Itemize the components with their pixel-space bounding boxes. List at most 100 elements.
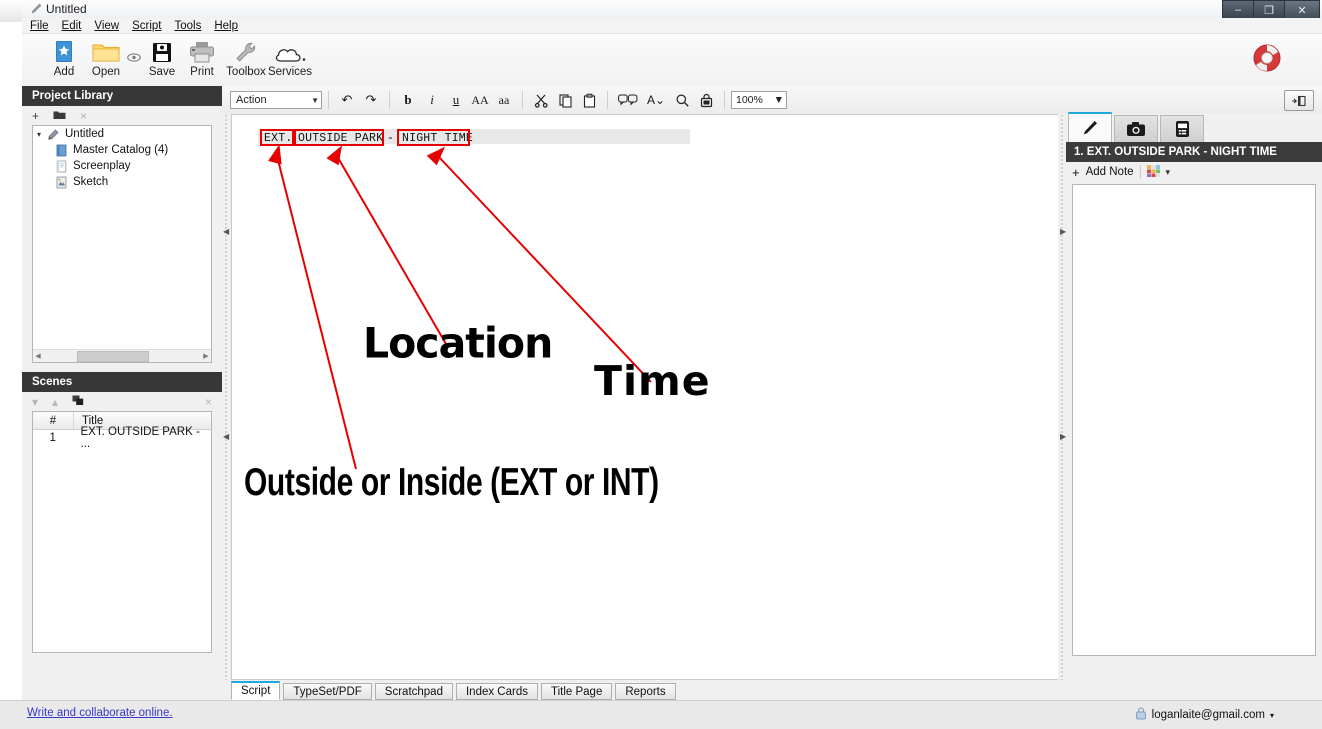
tab-title-page[interactable]: Title Page <box>541 683 613 700</box>
tab-scratchpad[interactable]: Scratchpad <box>374 683 453 700</box>
add-note-button[interactable]: Add Note <box>1086 166 1134 178</box>
menu-edit[interactable]: Edit <box>62 20 82 32</box>
panel-toggle-icon[interactable] <box>1284 90 1314 111</box>
chevron-down-icon[interactable]: ▾ <box>1270 711 1274 720</box>
scenes-table[interactable]: # Title 1 EXT. OUTSIDE PARK - ... <box>32 411 212 653</box>
right-panel-tabs <box>1066 112 1322 142</box>
close-button[interactable]: ✕ <box>1285 0 1320 20</box>
color-palette-icon[interactable] <box>1146 164 1160 180</box>
bottom-tab-bar: Script TypeSet/PDF Scratchpad Index Card… <box>231 680 1322 700</box>
menu-tools[interactable]: Tools <box>174 20 201 32</box>
status-bar: Write and collaborate online. loganlaite… <box>0 700 1322 729</box>
tree-item-screenplay[interactable]: Screenplay <box>33 158 211 174</box>
cut-icon[interactable] <box>529 90 553 110</box>
menu-file[interactable]: File <box>30 20 49 32</box>
bold-button[interactable]: b <box>396 90 420 110</box>
italic-button[interactable]: i <box>420 90 444 110</box>
chevron-down-icon: ▼ <box>311 95 319 105</box>
scrollbar-thumb[interactable] <box>77 350 149 362</box>
toolbar-separator <box>328 91 329 109</box>
project-tree[interactable]: ▾ Untitled Master Catalog (4) Screenplay <box>32 125 212 363</box>
chevron-down-icon[interactable]: ▾ <box>1166 167 1171 178</box>
screenplay-icon <box>55 160 69 173</box>
left-sidebar: Project Library + × ▾ Untitled Master Ca… <box>22 86 222 686</box>
tab-photos[interactable] <box>1114 115 1158 142</box>
tree-item-label: Untitled <box>65 128 104 140</box>
spell-check-button[interactable]: A⌄ <box>642 90 670 110</box>
services-button[interactable]: Services <box>260 38 320 78</box>
scenes-header: Scenes <box>22 372 222 392</box>
remove-item-button[interactable]: × <box>80 109 87 123</box>
window-title: Untitled <box>46 2 87 16</box>
main-toolbar: Add Open Save Print Toolbox Services <box>22 34 1322 87</box>
project-tree-hscrollbar[interactable]: ◀ ▶ <box>33 349 211 362</box>
services-button-label: Services <box>267 66 313 78</box>
toolbar-separator <box>522 91 523 109</box>
scroll-right-icon[interactable]: ▶ <box>201 352 211 360</box>
print-button[interactable]: Print <box>180 38 224 78</box>
tree-item-untitled[interactable]: ▾ Untitled <box>33 126 211 142</box>
add-item-button[interactable]: + <box>32 109 39 123</box>
undo-button[interactable]: ↶ <box>335 90 359 110</box>
scene-delete-button[interactable]: × <box>205 395 212 409</box>
right-sidebar: 1. EXT. OUTSIDE PARK - NIGHT TIME + Add … <box>1066 112 1322 680</box>
underline-button[interactable]: u <box>444 90 468 110</box>
add-note-plus-icon[interactable]: + <box>1072 165 1080 180</box>
menu-script[interactable]: Script <box>132 20 161 32</box>
floppy-disk-icon <box>140 38 184 64</box>
tree-item-label: Screenplay <box>73 160 131 172</box>
tab-reports[interactable]: Reports <box>615 683 676 700</box>
save-button[interactable]: Save <box>140 38 184 78</box>
account-menu[interactable]: loganlaite@gmail.com ▾ <box>1135 707 1274 723</box>
lock-icon[interactable] <box>694 90 718 110</box>
element-style-select[interactable]: Action ▼ <box>230 91 322 109</box>
maximize-button[interactable]: ❐ <box>1254 0 1285 20</box>
catalog-icon <box>55 144 69 157</box>
paste-icon[interactable] <box>577 90 601 110</box>
lowercase-button[interactable]: aa <box>492 90 516 110</box>
tree-item-sketch[interactable]: Sketch <box>33 174 211 190</box>
scene-move-up-button[interactable]: ▴ <box>52 395 58 409</box>
collaborate-link[interactable]: Write and collaborate online. <box>27 707 173 719</box>
add-button[interactable]: Add <box>42 38 86 78</box>
left-splitter[interactable]: ◀ ◀ <box>222 114 231 680</box>
menu-view[interactable]: View <box>94 20 119 32</box>
note-toolbar: + Add Note ▾ <box>1066 162 1322 182</box>
comment-icon[interactable] <box>614 90 642 110</box>
table-row[interactable]: 1 EXT. OUTSIDE PARK - ... <box>33 426 211 450</box>
life-preserver-icon[interactable] <box>1250 42 1284 76</box>
script-editor[interactable]: EXT. OUTSIDE PARK - NIGHT TIME <box>231 114 1066 680</box>
tree-item-label: Sketch <box>73 176 109 188</box>
lock-icon <box>1135 707 1147 723</box>
tab-index-cards[interactable]: Index Cards <box>455 683 538 700</box>
new-folder-icon[interactable] <box>53 109 66 123</box>
tab-script[interactable]: Script <box>231 681 281 700</box>
collapse-left-icon[interactable]: ◀ <box>223 227 229 236</box>
notes-area[interactable] <box>1072 184 1316 656</box>
open-button[interactable]: Open <box>84 38 128 78</box>
search-icon[interactable] <box>670 90 694 110</box>
tab-notes[interactable] <box>1068 112 1112 142</box>
save-button-label: Save <box>148 66 176 78</box>
collapse-left-icon-2[interactable]: ◀ <box>223 432 229 441</box>
toolbar-separator <box>389 91 390 109</box>
minimize-button[interactable]: – <box>1222 0 1254 20</box>
redo-button[interactable]: ↷ <box>359 90 383 110</box>
zoom-select[interactable]: 100% ▼ <box>731 91 787 109</box>
chevron-down-icon[interactable]: ▾ <box>37 130 47 139</box>
tab-typeset-pdf[interactable]: TypeSet/PDF <box>283 683 372 700</box>
scene-cards-icon[interactable] <box>72 395 85 409</box>
scene-number: 1 <box>49 432 56 444</box>
annotation-box-ext <box>260 129 294 146</box>
scroll-left-icon[interactable]: ◀ <box>33 352 43 360</box>
project-icon <box>47 128 61 141</box>
element-style-value: Action <box>236 94 267 106</box>
uppercase-button[interactable]: AA <box>468 90 492 110</box>
scenes-col-number: # <box>33 412 74 429</box>
menu-help[interactable]: Help <box>214 20 238 32</box>
copy-icon[interactable] <box>553 90 577 110</box>
add-button-label: Add <box>53 66 75 78</box>
tab-notecards[interactable] <box>1160 115 1204 142</box>
scene-move-down-button[interactable]: ▾ <box>32 395 38 409</box>
tree-item-master-catalog[interactable]: Master Catalog (4) <box>33 142 211 158</box>
